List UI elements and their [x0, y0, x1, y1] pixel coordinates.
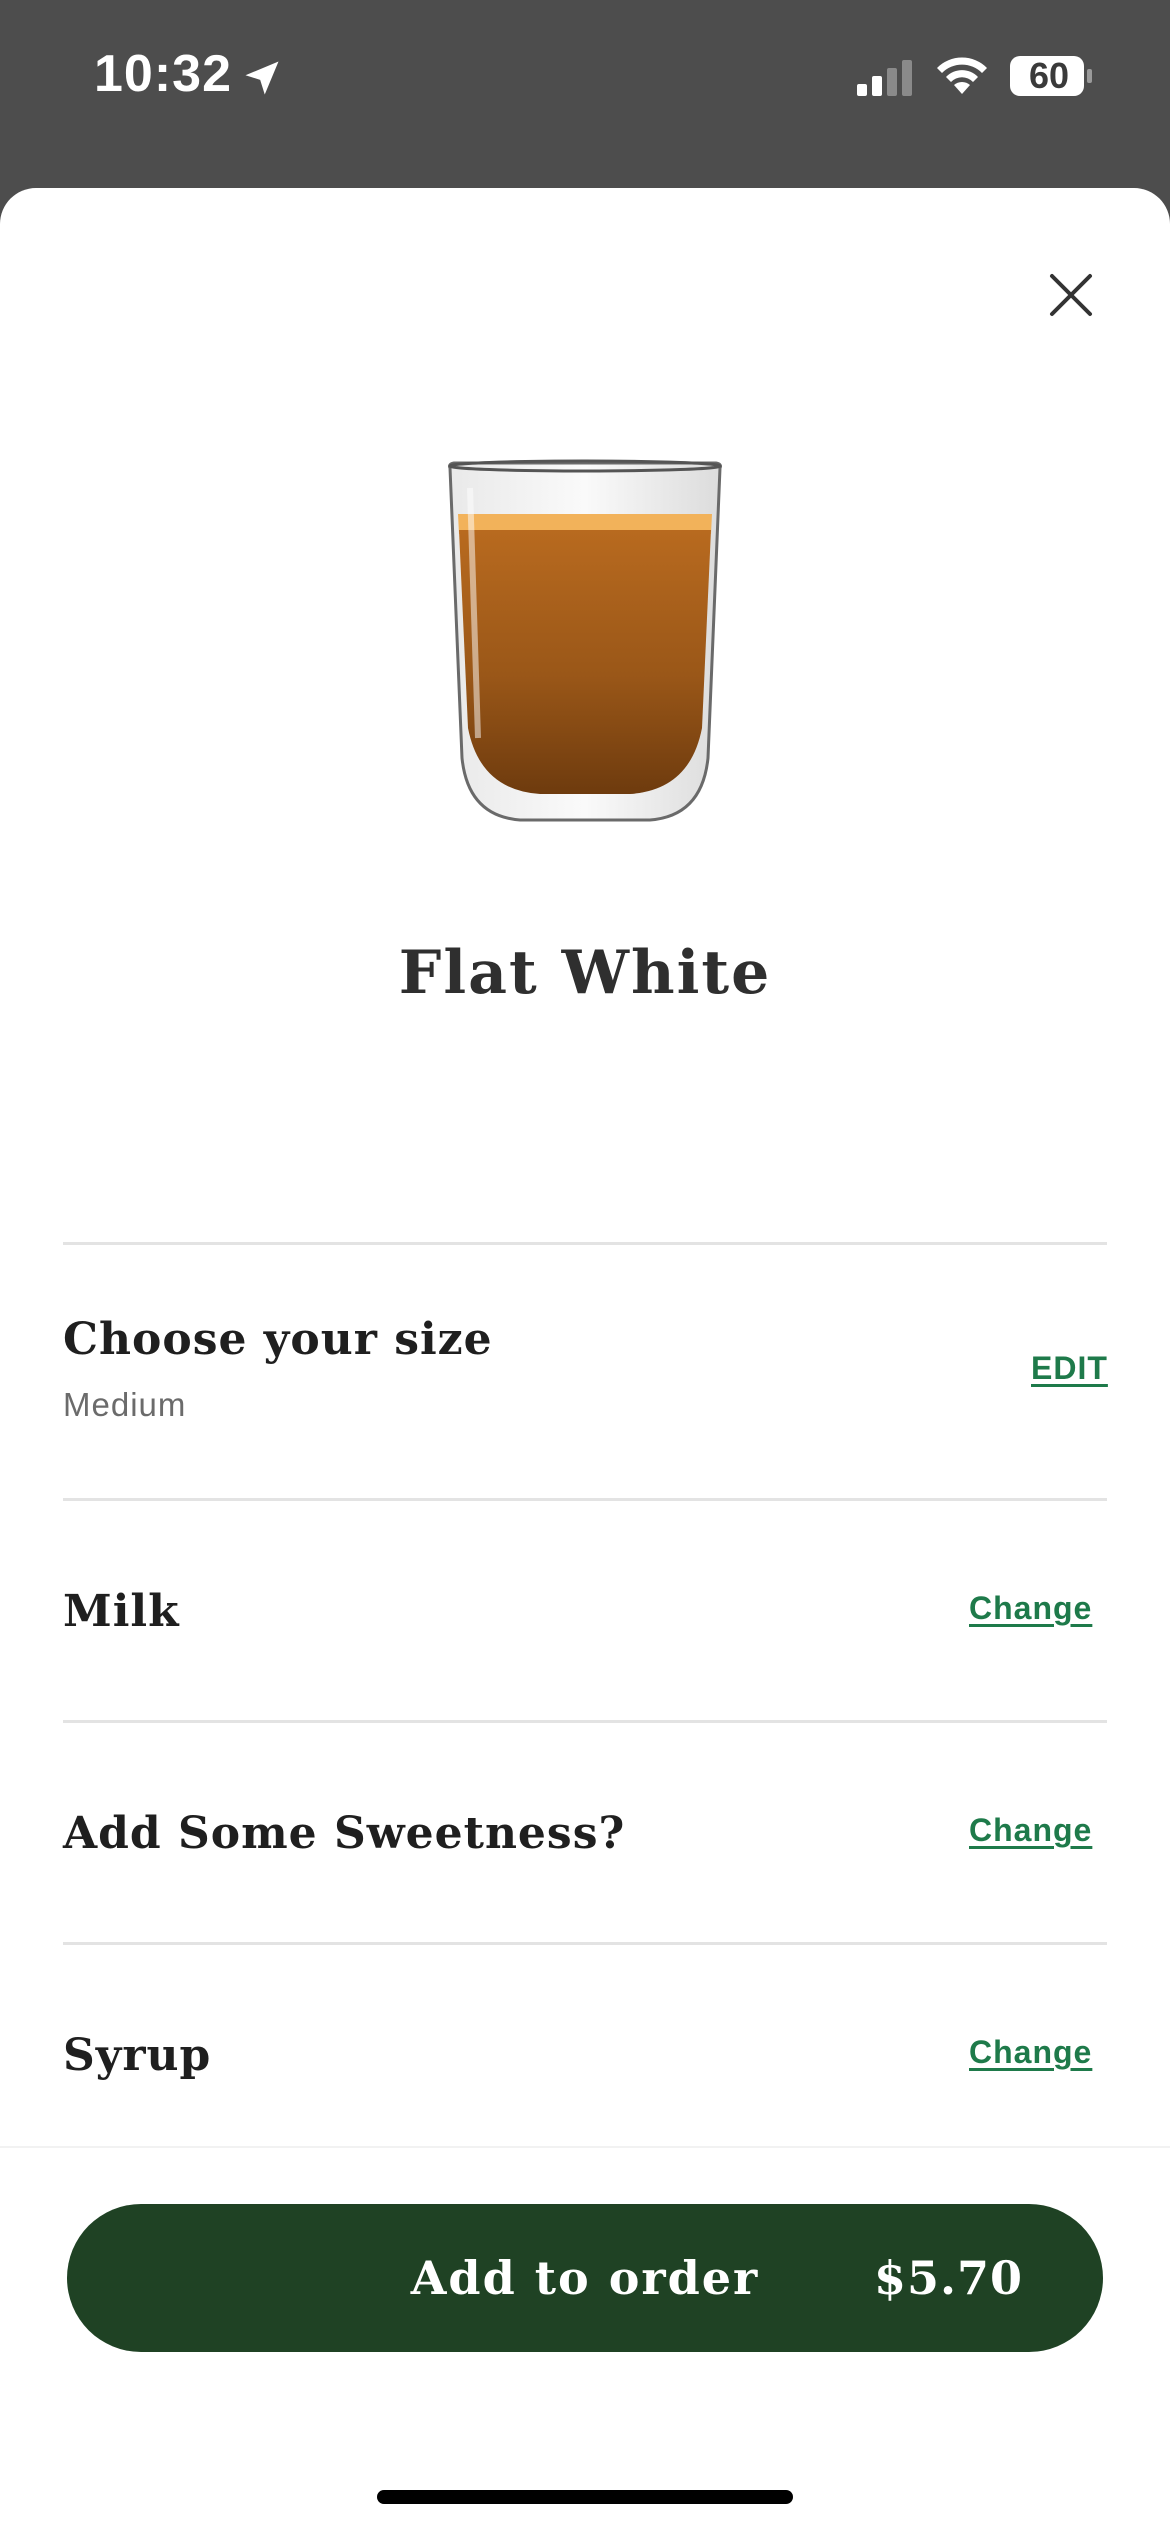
option-milk-title: Milk [63, 1586, 180, 1637]
divider [63, 1720, 1107, 1723]
flat-white-glass-image [448, 459, 722, 822]
option-size-title: Choose your size [63, 1314, 493, 1365]
change-syrup-link[interactable]: Change [969, 2034, 1092, 2071]
wifi-icon [937, 57, 987, 94]
location-arrow-icon [245, 61, 279, 95]
close-icon[interactable] [1040, 264, 1102, 326]
order-price: $5.70 [873, 2251, 1023, 2305]
home-indicator[interactable] [377, 2490, 793, 2504]
product-detail-sheet: Flat White Choose your size Medium EDIT … [0, 188, 1170, 2532]
divider [63, 1242, 1107, 1245]
status-bar: 10:32 60 [0, 0, 1170, 188]
battery-level: 60 [1028, 55, 1070, 96]
option-size-value: Medium [63, 1386, 187, 1423]
option-sweetness-title: Add Some Sweetness? [63, 1808, 626, 1859]
change-milk-link[interactable]: Change [969, 1590, 1092, 1627]
change-sweetness-link[interactable]: Change [969, 1812, 1092, 1849]
add-to-order-button[interactable]: Add to order $5.70 [67, 2204, 1103, 2352]
divider [63, 1498, 1107, 1501]
product-title: Flat White [398, 938, 772, 1008]
divider [63, 1942, 1107, 1945]
status-time: 10:32 [94, 45, 232, 103]
option-syrup-title: Syrup [63, 2030, 212, 2081]
edit-size-link[interactable]: EDIT [1031, 1350, 1108, 1387]
cellular-signal-icon [857, 60, 912, 96]
